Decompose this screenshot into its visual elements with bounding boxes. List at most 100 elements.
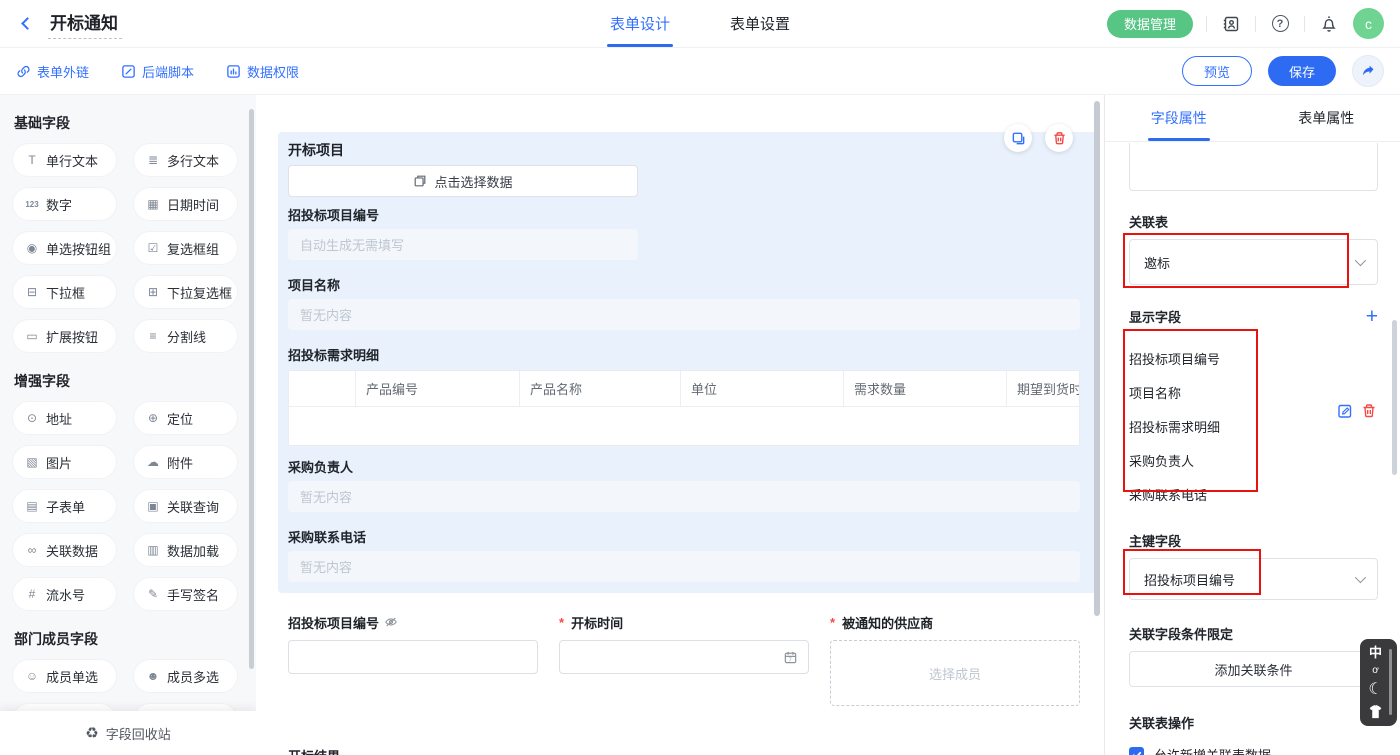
allow-add-checkbox[interactable]: [1129, 747, 1144, 755]
sidebar-item-label: 数字: [46, 195, 72, 214]
sidebar-item-关联数据[interactable]: ∞关联数据: [12, 533, 117, 567]
extension-float-widget[interactable]: 中 ơ ☾: [1360, 639, 1397, 726]
chevron-down-icon: [1355, 572, 1366, 583]
edit-icon[interactable]: [1337, 403, 1353, 419]
sidebar-item-地址[interactable]: ⊙地址: [12, 401, 117, 435]
data-permission-link[interactable]: 数据权限: [226, 62, 299, 81]
sidebar-item-下拉复选框[interactable]: ⊞ 下拉复选框: [133, 275, 238, 309]
subform-icon: ▤: [24, 499, 40, 513]
share-arrow-icon: [1360, 63, 1376, 79]
primary-key-label: 主键字段: [1129, 531, 1378, 550]
sidebar-item-label: 手写签名: [167, 585, 219, 604]
signature-icon: ✎: [145, 587, 161, 601]
field-label: 开标结果: [288, 748, 1078, 755]
table-column-header: 需求数量: [844, 371, 1007, 407]
bid-result-field[interactable]: 开标结果 名次供应商最终得分: [288, 748, 1078, 755]
project-no-field[interactable]: 招投标项目编号: [288, 613, 538, 706]
contacts-book-icon[interactable]: [1220, 13, 1242, 35]
single-line-text-icon: T: [24, 153, 40, 167]
sidebar-item-下拉框[interactable]: ⊟下拉框: [12, 275, 117, 309]
save-button[interactable]: 保存: [1268, 56, 1336, 86]
trash-icon[interactable]: [1361, 403, 1377, 419]
open-time-field[interactable]: * 开标时间 7: [559, 613, 809, 706]
related-table-label: 关联表: [1129, 212, 1378, 231]
add-display-field-button[interactable]: +: [1366, 308, 1378, 326]
backend-script-link[interactable]: 后端脚本: [121, 62, 194, 81]
delete-field-button[interactable]: [1045, 124, 1073, 152]
display-field-item[interactable]: 采购负责人: [1129, 443, 1378, 477]
form-canvas[interactable]: 开标项目 点击选择数据 招投标项目编号 自动生成无需填写 项目名称 暂无内容 招…: [256, 95, 1104, 755]
sidebar-item-label: 下拉复选框: [167, 283, 232, 302]
data-manage-button[interactable]: 数据管理: [1107, 10, 1193, 38]
sidebar-item-附件[interactable]: ☁附件: [133, 445, 238, 479]
sidebar-item-单行文本[interactable]: T 单行文本: [12, 143, 117, 177]
open-time-date-input[interactable]: 7: [559, 640, 809, 674]
sidebar-item-单选按钮组[interactable]: ◉单选按钮组: [12, 231, 117, 265]
select-data-button[interactable]: 点击选择数据: [288, 165, 638, 197]
duplicate-field-button[interactable]: [1004, 124, 1032, 152]
project-no-input[interactable]: 自动生成无需填写: [288, 229, 638, 260]
user-avatar[interactable]: c: [1353, 8, 1384, 39]
notification-bell-icon[interactable]: [1318, 13, 1340, 35]
select-icon: ⊟: [24, 285, 40, 299]
field-title-input-partial[interactable]: [1129, 143, 1378, 191]
sidebar-scrollbar[interactable]: [249, 109, 254, 669]
project-name-input[interactable]: 暂无内容: [288, 299, 1080, 330]
purchase-manager-input[interactable]: 暂无内容: [288, 481, 1080, 512]
sidebar-item-label: 附件: [167, 453, 193, 472]
sidebar-item-定位[interactable]: ⊕定位: [133, 401, 238, 435]
sidebar-item-图片[interactable]: ▧图片: [12, 445, 117, 479]
divider: [1304, 16, 1305, 32]
dark-mode-moon-icon[interactable]: ☾: [1368, 682, 1382, 698]
tab-form-design[interactable]: 表单设计: [610, 0, 670, 47]
select-members-button[interactable]: 选择成员: [830, 640, 1080, 706]
purchase-phone-input[interactable]: 暂无内容: [288, 551, 1080, 582]
sidebar-item-关联查询[interactable]: ▣关联查询: [133, 489, 238, 523]
share-button[interactable]: [1352, 55, 1384, 87]
tab-field-properties[interactable]: 字段属性: [1105, 95, 1253, 141]
sidebar-item-子表单[interactable]: ▤子表单: [12, 489, 117, 523]
sidebar-item-复选框组[interactable]: ☑复选框组: [133, 231, 238, 265]
tab-form-settings[interactable]: 表单设置: [730, 0, 790, 47]
sidebar-item-label: 单行文本: [46, 151, 98, 170]
sidebar-item-扩展按钮[interactable]: ▭扩展按钮: [12, 319, 117, 353]
properties-panel: 字段属性 表单属性 关联表 邀标 显示字段 + 招投标项目编号项目: [1104, 95, 1400, 755]
sidebar-item-数据加载[interactable]: ▥数据加载: [133, 533, 238, 567]
page-title[interactable]: 开标通知: [48, 9, 122, 39]
sidebar-item-label: 分割线: [167, 327, 206, 346]
sidebar-item-分割线[interactable]: ≡分割线: [133, 319, 238, 353]
sidebar-item-数字[interactable]: 123数字: [12, 187, 117, 221]
form-external-link[interactable]: 表单外链: [16, 62, 89, 81]
sidebar-item-流水号[interactable]: #流水号: [12, 577, 117, 611]
project-no-text-input[interactable]: [288, 640, 538, 674]
related-data-field-block[interactable]: 开标项目 点击选择数据 招投标项目编号 自动生成无需填写 项目名称 暂无内容 招…: [278, 132, 1097, 593]
related-table-select[interactable]: 邀标: [1129, 239, 1378, 285]
pin-icon[interactable]: ơ: [1372, 666, 1379, 676]
sidebar-item-成员多选[interactable]: ☻成员多选: [133, 659, 238, 693]
back-button[interactable]: [16, 13, 38, 35]
language-toggle-icon[interactable]: 中: [1369, 646, 1382, 659]
add-condition-button[interactable]: 添加关联条件: [1129, 651, 1378, 687]
detail-requirements-table[interactable]: 产品编号产品名称单位需求数量期望到货时间: [288, 370, 1080, 446]
notified-suppliers-field[interactable]: * 被通知的供应商 选择成员: [830, 613, 1080, 706]
preview-button[interactable]: 预览: [1182, 56, 1252, 86]
sidebar-item-成员单选[interactable]: ☺成员单选: [12, 659, 117, 693]
field-palette-sidebar: 基础字段T单行文本≣多行文本123数字▦日期时间◉单选按钮组☑复选框组⊟下拉框⊞…: [0, 95, 256, 755]
sidebar-item-手写签名[interactable]: ✎ 手写签名: [133, 577, 238, 611]
field-recycle-bin[interactable]: ♻ 字段回收站: [0, 711, 256, 755]
theme-shirt-icon[interactable]: [1368, 705, 1383, 719]
sidebar-item-label: 关联数据: [46, 541, 98, 560]
help-icon[interactable]: ?: [1269, 13, 1291, 35]
panel-scrollbar[interactable]: [1392, 320, 1397, 475]
sidebar-item-多行文本[interactable]: ≣多行文本: [133, 143, 238, 177]
serial-number-icon: #: [24, 587, 40, 601]
display-field-item[interactable]: 采购联系电话: [1129, 477, 1378, 511]
sidebar-item-日期时间[interactable]: ▦日期时间: [133, 187, 238, 221]
sidebar-item-label: 单选按钮组: [46, 239, 111, 258]
display-field-item[interactable]: 招投标项目编号: [1129, 341, 1378, 375]
primary-key-select[interactable]: 招投标项目编号: [1129, 558, 1378, 600]
form-toolbar: 表单外链 后端脚本 数据权限 预览 保存: [0, 48, 1400, 95]
multi-select-icon: ⊞: [145, 285, 161, 299]
canvas-scrollbar[interactable]: [1094, 101, 1100, 616]
tab-form-properties[interactable]: 表单属性: [1253, 95, 1400, 141]
